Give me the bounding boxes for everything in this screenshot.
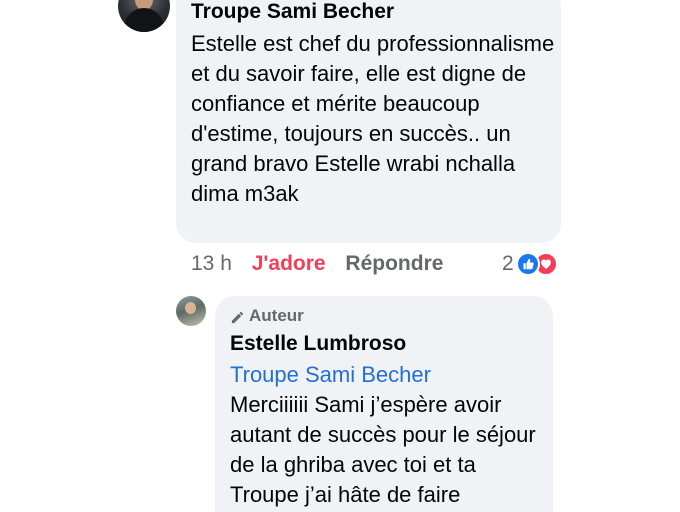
comment-author[interactable]: Troupe Sami Becher bbox=[191, 0, 394, 24]
pencil-icon bbox=[231, 311, 244, 323]
reply-avatar[interactable] bbox=[176, 296, 206, 326]
comment-actions: 13 h J'adore Répondre bbox=[191, 250, 443, 278]
like-icon bbox=[515, 252, 540, 276]
mention-link[interactable]: Troupe Sami Becher bbox=[230, 362, 431, 387]
comment-text: Estelle est chef du professionnalisme et… bbox=[191, 31, 555, 206]
avatar-face bbox=[185, 302, 196, 314]
reply-body: Merciiiiii Sami j’espère avoir autant de… bbox=[230, 392, 536, 507]
reaction-count: 2 bbox=[502, 252, 514, 275]
author-badge: Auteur bbox=[230, 305, 304, 327]
avatar[interactable] bbox=[118, 0, 170, 32]
reply-button[interactable]: Répondre bbox=[345, 252, 443, 275]
comment-time[interactable]: 13 h bbox=[191, 252, 232, 275]
reaction-button[interactable]: J'adore bbox=[252, 252, 326, 275]
reply-author[interactable]: Estelle Lumbroso bbox=[230, 331, 406, 357]
comment-thread: Troupe Sami Becher Estelle est chef du p… bbox=[0, 0, 680, 512]
reaction-summary[interactable]: 2 bbox=[502, 251, 558, 277]
badge-label: Auteur bbox=[249, 306, 304, 325]
reply-text: Troupe Sami Becher Merciiiiii Sami j’esp… bbox=[230, 360, 550, 510]
avatar-body bbox=[124, 8, 164, 32]
